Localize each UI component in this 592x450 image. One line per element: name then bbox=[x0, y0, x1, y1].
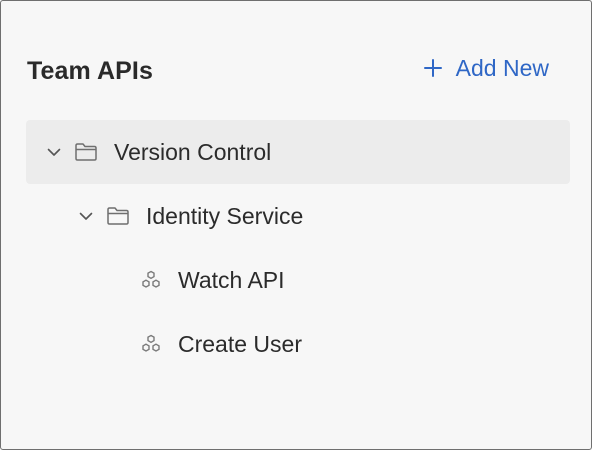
tree-item-version-control[interactable]: Version Control bbox=[26, 120, 570, 184]
tree-item-label: Version Control bbox=[114, 138, 272, 165]
chevron-down-icon[interactable] bbox=[78, 208, 94, 224]
plus-icon bbox=[423, 59, 442, 77]
add-new-button[interactable]: Add New bbox=[423, 54, 549, 82]
panel-header: Team APIs Add New bbox=[27, 51, 549, 91]
tree-item-identity-service[interactable]: Identity Service bbox=[26, 184, 570, 248]
folder-icon bbox=[106, 206, 130, 226]
team-apis-panel: Team APIs Add New Version Control Identi… bbox=[0, 0, 592, 450]
add-new-label: Add New bbox=[455, 54, 549, 81]
api-node-icon bbox=[140, 270, 162, 290]
api-tree: Version Control Identity Service Watch A… bbox=[26, 120, 570, 376]
api-node-icon bbox=[140, 334, 162, 354]
folder-icon bbox=[74, 142, 98, 162]
tree-item-watch-api[interactable]: Watch API bbox=[26, 248, 570, 312]
tree-item-create-user[interactable]: Create User bbox=[26, 312, 570, 376]
panel-title: Team APIs bbox=[27, 56, 153, 85]
tree-item-label: Watch API bbox=[178, 266, 285, 293]
tree-item-label: Create User bbox=[178, 330, 302, 357]
chevron-down-icon[interactable] bbox=[46, 144, 62, 160]
tree-item-label: Identity Service bbox=[146, 202, 304, 229]
